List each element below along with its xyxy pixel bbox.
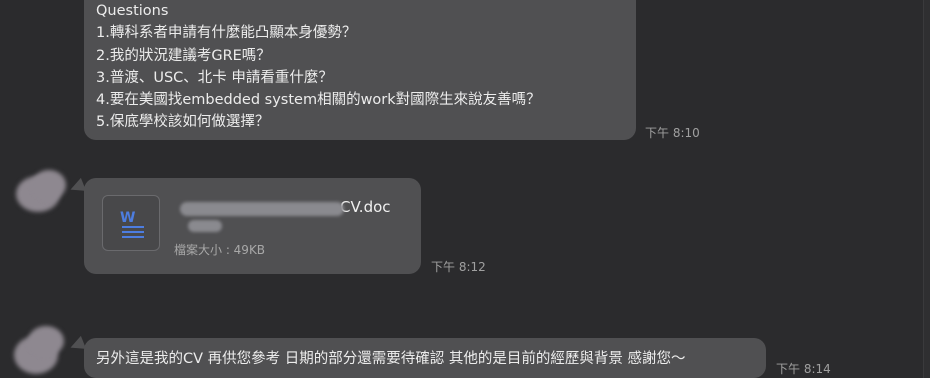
message-bubble-questions[interactable]: Questions 1.轉科系者申請有什麼能凸顯本身優勢？ 2.我的狀況建議考G… (84, 0, 636, 140)
avatar[interactable] (14, 170, 70, 218)
message-timestamp: 下午 8:10 (645, 126, 700, 140)
message-line: Questions (96, 3, 169, 19)
word-document-icon[interactable]: W (102, 195, 160, 251)
redacted-text (180, 202, 344, 216)
message-timestamp: 下午 8:12 (431, 260, 486, 274)
message-line: 3.普渡、USC、北卡 申請看重什麼？ (96, 69, 333, 86)
message-line: 4.要在美國找embedded system相關的work對國際生來說友善嗎？ (96, 92, 541, 109)
message-line: 1.轉科系者申請有什麼能凸顯本身優勢？ (96, 25, 357, 42)
message-timestamp: 下午 8:14 (776, 362, 831, 376)
chat-window: Questions 1.轉科系者申請有什麼能凸顯本身優勢？ 2.我的狀況建議考G… (0, 0, 930, 378)
file-size: 檔案大小 : 49KB (174, 243, 266, 257)
redacted-text (188, 220, 222, 232)
message-text: 另外這是我的CV 再供您參考 日期的部分還需要待確認 其他的是目前的經歷與背景 … (96, 351, 686, 367)
message-line: 5.保底學校該如何做選擇？ (96, 114, 270, 131)
message-bubble-note[interactable]: 另外這是我的CV 再供您參考 日期的部分還需要待確認 其他的是目前的經歷與背景 … (84, 338, 766, 378)
message-text: Questions 1.轉科系者申請有什麼能凸顯本身優勢？ 2.我的狀況建議考G… (96, 0, 541, 134)
message-line: 2.我的狀況建議考GRE嗎？ (96, 47, 271, 64)
scrollbar[interactable] (923, 0, 930, 378)
avatar[interactable] (12, 326, 68, 374)
file-attachment[interactable]: W CV.doc 檔案大小 : 49KB (84, 178, 421, 274)
